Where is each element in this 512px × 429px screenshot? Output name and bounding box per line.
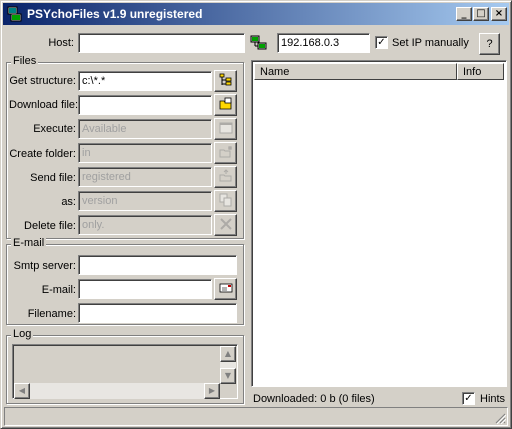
filename-input[interactable] (78, 303, 237, 323)
ip-address-input[interactable]: 192.168.0.3 (277, 33, 370, 53)
hints-checkbox[interactable]: ✓ (462, 392, 475, 405)
execute-label: Execute: (33, 123, 76, 135)
as-button[interactable] (214, 190, 237, 212)
email-label: E-mail: (41, 284, 76, 296)
copy-files-icon (219, 193, 233, 210)
execute-input[interactable]: Available (78, 119, 212, 139)
get-structure-input[interactable]: c:\*.* (78, 71, 212, 91)
scroll-up-arrow-icon[interactable]: ▲ (220, 346, 236, 362)
maximize-button[interactable]: □ (473, 7, 489, 21)
create-folder-label: Create folder: (9, 148, 76, 160)
column-header-info[interactable]: Info (457, 63, 504, 80)
log-horizontal-scrollbar[interactable]: ◀ ▶ (14, 383, 220, 399)
as-input[interactable]: version (78, 191, 212, 211)
set-ip-manually-checkbox[interactable]: ✓ (375, 36, 388, 49)
execute-button[interactable] (214, 118, 237, 140)
execute-window-icon (219, 121, 233, 138)
folder-download-icon (219, 97, 233, 114)
resize-grip-icon[interactable] (494, 412, 507, 425)
download-file-button[interactable] (214, 94, 237, 116)
main-window: PSYchoFiles v1.9 unregistered _ □ × Host… (0, 0, 512, 429)
email-button[interactable] (214, 278, 237, 300)
send-file-input[interactable]: registered (78, 167, 212, 187)
title-bar[interactable]: PSYchoFiles v1.9 unregistered _ □ × (3, 3, 509, 25)
delete-x-icon (219, 217, 233, 234)
send-file-button[interactable] (214, 166, 237, 188)
status-bar (4, 407, 508, 426)
get-structure-button[interactable] (214, 70, 237, 92)
delete-file-button[interactable] (214, 214, 237, 236)
email-group-title: E-mail (11, 237, 47, 249)
send-file-label: Send file: (30, 172, 76, 184)
delete-file-input[interactable]: only. (78, 215, 212, 235)
smtp-server-input[interactable] (78, 255, 237, 275)
tree-structure-icon (219, 73, 233, 90)
delete-file-label: Delete file: (24, 220, 76, 232)
scroll-right-arrow-icon[interactable]: ▶ (204, 383, 220, 399)
downloaded-status: Downloaded: 0 b (0 files) (253, 393, 375, 405)
as-label: as: (61, 196, 76, 208)
minimize-button[interactable]: _ (456, 7, 472, 21)
set-ip-manually-label: Set IP manually (392, 37, 469, 49)
filename-label: Filename: (27, 308, 76, 320)
get-structure-label: Get structure: (9, 75, 76, 87)
smtp-server-label: Smtp server: (13, 260, 76, 272)
files-group-title: Files (11, 55, 39, 67)
create-folder-button[interactable] (214, 142, 237, 164)
file-list[interactable]: Name Info (251, 60, 507, 387)
help-button[interactable]: ? (479, 33, 500, 55)
envelope-icon (219, 282, 233, 297)
network-computers-icon (250, 34, 268, 52)
download-file-input[interactable] (78, 95, 212, 115)
new-folder-icon (219, 145, 233, 162)
window-title: PSYchoFiles v1.9 unregistered (27, 7, 203, 21)
log-vertical-scrollbar[interactable]: ▲ ▼ (220, 346, 236, 384)
scroll-left-arrow-icon[interactable]: ◀ (14, 383, 30, 399)
app-computer-icon (6, 6, 22, 22)
column-header-name[interactable]: Name (254, 63, 457, 80)
send-file-icon (219, 168, 233, 186)
close-button[interactable]: × (491, 7, 507, 21)
email-input[interactable] (78, 279, 212, 299)
help-label: ? (486, 38, 493, 50)
create-folder-input[interactable]: in (78, 143, 212, 163)
host-label: Host: (48, 37, 74, 49)
log-group-title: Log (11, 328, 34, 340)
hints-label: Hints (480, 393, 506, 405)
host-input[interactable] (78, 33, 245, 53)
download-file-label: Download file: (9, 99, 79, 111)
scroll-down-arrow-icon[interactable]: ▼ (220, 368, 236, 384)
